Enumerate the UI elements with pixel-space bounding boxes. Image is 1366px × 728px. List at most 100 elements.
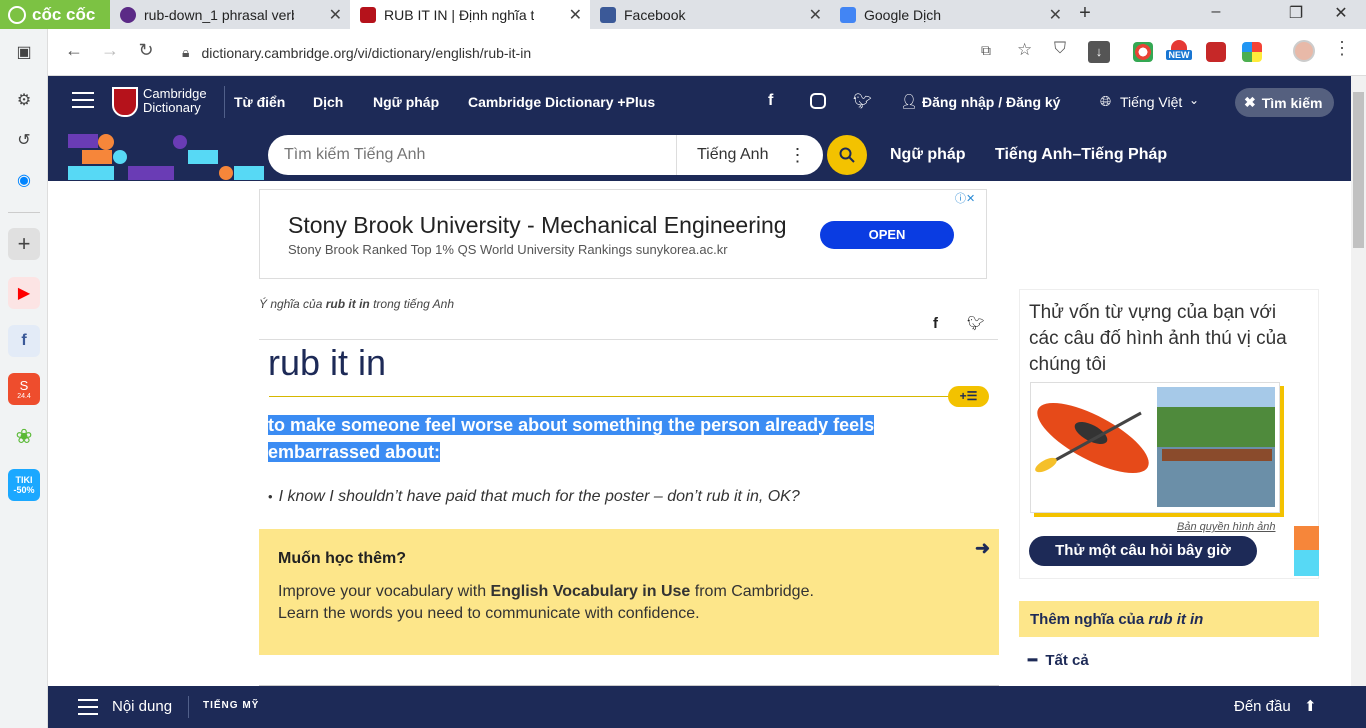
- leaf-icon[interactable]: ❀: [8, 420, 40, 452]
- hamburger-icon[interactable]: [72, 92, 94, 108]
- search-button[interactable]: [827, 135, 867, 175]
- breadcrumb: Ý nghĩa của rub it in trong tiếng Anh: [259, 297, 454, 311]
- bookmark-star-icon[interactable]: ☆: [1017, 40, 1032, 60]
- red-extension-icon[interactable]: [1206, 42, 1226, 62]
- share-twitter-icon[interactable]: 🐦︎: [967, 315, 985, 332]
- coccoc-logo-icon: [8, 5, 26, 24]
- nav-dictionary[interactable]: Từ điển: [234, 94, 285, 110]
- avatar[interactable]: [1293, 40, 1315, 62]
- new-badge: NEW: [1166, 50, 1192, 60]
- close-window-button[interactable]: ✕: [1326, 3, 1356, 23]
- vocab-in-use-link[interactable]: English Vocabulary in Use: [491, 583, 691, 600]
- download-icon[interactable]: ↓: [1088, 41, 1110, 63]
- search-input[interactable]: [268, 146, 676, 164]
- facebook-icon[interactable]: f: [8, 325, 40, 357]
- coccoc-menu-button[interactable]: cốc cốc: [0, 0, 110, 29]
- tab-2[interactable]: RUB IT IN | Định nghĩa trong ✕: [350, 0, 590, 29]
- login-link[interactable]: Đăng nhập / Đăng ký: [922, 94, 1060, 110]
- sidebar-divider: [8, 212, 40, 213]
- example-text: I know I shouldn’t have paid that much f…: [278, 488, 800, 505]
- share-facebook-icon[interactable]: f: [933, 315, 938, 332]
- nav2-grammar[interactable]: Ngữ pháp: [890, 146, 966, 164]
- history-icon[interactable]: ↺: [8, 124, 40, 156]
- header-divider: [224, 86, 225, 118]
- learn-more-box[interactable]: Muốn học thêm? ➜ Improve your vocabulary…: [259, 529, 999, 655]
- new-tab-button[interactable]: +: [1070, 2, 1100, 25]
- coccoc-extension-icon[interactable]: [1133, 42, 1153, 62]
- close-icon[interactable]: ✕: [1049, 5, 1062, 25]
- arrow-right-icon[interactable]: ➜: [975, 538, 990, 559]
- instagram-icon[interactable]: [810, 93, 826, 109]
- chevron-down-icon: ⌄: [1189, 93, 1200, 107]
- close-icon[interactable]: ✕: [569, 5, 582, 25]
- line1-post: from Cambridge.: [694, 583, 814, 600]
- logo-line-1: Cambridge: [143, 86, 207, 101]
- tab-1[interactable]: rub-down_1 phrasal verb - De ✕: [110, 0, 350, 29]
- advertisement[interactable]: Stony Brook University - Mechanical Engi…: [259, 189, 987, 279]
- image-credit-link[interactable]: Bản quyền hình ảnh: [1177, 521, 1275, 533]
- more-meanings-word: rub it in: [1148, 610, 1204, 628]
- settings-icon[interactable]: ⚙: [8, 84, 40, 116]
- twitter-icon[interactable]: 🐦︎: [853, 92, 872, 110]
- dialect-link[interactable]: TIẾNG MỸ: [203, 700, 259, 711]
- ad-info-icon[interactable]: ⓘ✕: [955, 190, 975, 206]
- kayak-image: [1035, 403, 1149, 473]
- tab-favicon-icon: [360, 6, 376, 23]
- search-toggle-button[interactable]: ✖ Tìm kiếm: [1235, 88, 1334, 117]
- close-icon: ✖: [1244, 94, 1256, 110]
- forward-button[interactable]: →: [98, 40, 122, 61]
- scrollbar-thumb[interactable]: [1353, 92, 1364, 248]
- sidebar-toggle-icon[interactable]: ▣: [8, 36, 40, 68]
- line1-pre: Improve your vocabulary with: [278, 583, 487, 600]
- more-options-icon[interactable]: ⋮: [788, 145, 806, 166]
- translate-icon[interactable]: ⧉: [981, 42, 991, 59]
- tab-title: Facebook: [624, 6, 686, 23]
- new-extension-icon[interactable]: NEW: [1166, 40, 1192, 66]
- nav-translate[interactable]: Dịch: [313, 94, 343, 110]
- search-language-select[interactable]: Tiếng Anh: [697, 146, 768, 164]
- tiki-icon[interactable]: TIKI -50%: [8, 469, 40, 501]
- contents-link[interactable]: Nội dung: [112, 698, 172, 715]
- browser-brand: cốc cốc: [32, 4, 96, 24]
- color-extension-icon[interactable]: [1242, 42, 1262, 62]
- definition: to make someone feel worse about somethi…: [268, 412, 888, 466]
- close-icon[interactable]: ✕: [329, 5, 342, 25]
- tab-4[interactable]: Google Dịch ✕: [830, 0, 1070, 29]
- back-to-top-link[interactable]: Đến đầu: [1234, 698, 1291, 715]
- bullet-icon: •: [268, 489, 273, 504]
- add-to-wordlist-button[interactable]: +☰: [948, 386, 989, 407]
- ad-subtitle: Stony Brook Ranked Top 1% QS World Unive…: [288, 242, 728, 257]
- all-meanings-toggle[interactable]: ━ Tất cả: [1028, 651, 1089, 669]
- nav-grammar[interactable]: Ngữ pháp: [373, 94, 439, 110]
- language-select[interactable]: Tiếng Việt: [1120, 94, 1182, 110]
- site-logo[interactable]: Cambridge Dictionary: [143, 87, 207, 115]
- address-bar[interactable]: 🔒︎ dictionary.cambridge.org/vi/dictionar…: [170, 35, 1120, 70]
- user-icon: 👤︎: [900, 93, 918, 109]
- messenger-icon[interactable]: ◉: [8, 164, 40, 196]
- ad-open-button[interactable]: OPEN: [820, 221, 954, 249]
- tab-3[interactable]: Facebook ✕: [590, 0, 830, 29]
- facebook-icon[interactable]: f: [768, 92, 773, 110]
- crumb-prefix: Ý nghĩa của: [259, 297, 323, 311]
- maximize-button[interactable]: ❐: [1281, 3, 1311, 23]
- reload-button[interactable]: ↻: [134, 40, 158, 61]
- nav-plus[interactable]: Cambridge Dictionary +Plus: [468, 94, 655, 110]
- youtube-icon[interactable]: ▶: [8, 277, 40, 309]
- tab-favicon-icon: [600, 6, 616, 23]
- close-icon[interactable]: ✕: [809, 5, 822, 25]
- start-quiz-button[interactable]: Thử một câu hỏi bây giờ: [1029, 536, 1257, 566]
- learn-more-title: Muốn học thêm?: [278, 550, 406, 567]
- headword-underline: [269, 396, 959, 397]
- contents-menu-icon[interactable]: [78, 699, 98, 715]
- minimize-button[interactable]: –: [1201, 3, 1231, 21]
- shopee-icon[interactable]: S 24.4: [8, 373, 40, 405]
- menu-kebab-icon[interactable]: ⋮: [1333, 38, 1351, 59]
- shield-icon[interactable]: ⛉: [1054, 40, 1066, 58]
- quiz-images[interactable]: [1030, 382, 1280, 513]
- search-divider: [676, 135, 677, 175]
- nav2-english-french[interactable]: Tiếng Anh–Tiếng Pháp: [995, 146, 1167, 164]
- arrow-up-circle-icon[interactable]: ⬆︎: [1304, 697, 1317, 715]
- quiz-title: Thử vốn từ vựng của bạn với các câu đố h…: [1029, 302, 1287, 375]
- add-icon[interactable]: +: [8, 228, 40, 260]
- back-button[interactable]: ←: [62, 40, 86, 61]
